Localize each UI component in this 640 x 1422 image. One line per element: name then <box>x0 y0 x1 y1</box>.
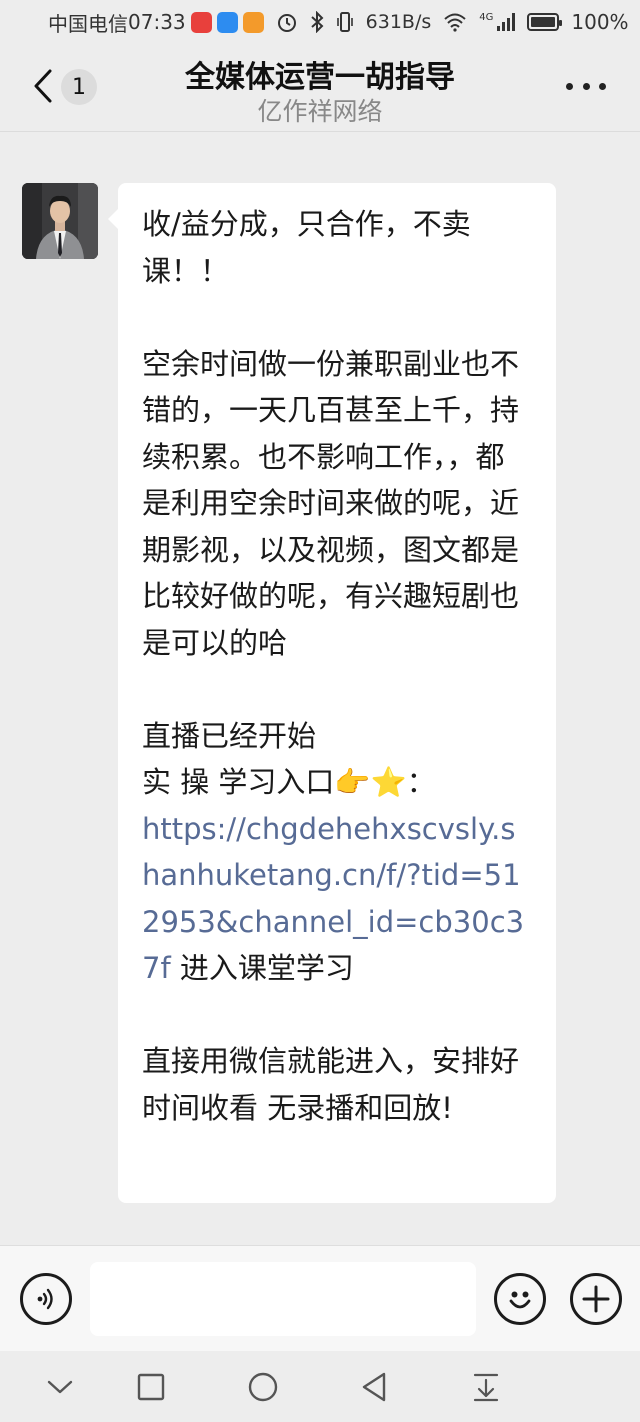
recents-button[interactable] <box>127 1363 175 1411</box>
network-type: 4G <box>479 12 494 23</box>
message-bubble[interactable]: 收/益分成，只合作，不卖课！！ 空余时间做一份兼职副业也不错的，一天几百甚至上千… <box>108 183 556 1203</box>
chevron-down-icon <box>47 1380 73 1394</box>
chat-area[interactable]: 收/益分成，只合作，不卖课！！ 空余时间做一份兼职副业也不错的，一天几百甚至上千… <box>0 133 640 1245</box>
home-button[interactable] <box>239 1363 287 1411</box>
pull-down-icon <box>473 1373 499 1402</box>
smiley-icon <box>509 1291 531 1309</box>
plus-icon <box>582 1285 610 1313</box>
clock: 07:33 <box>128 10 186 34</box>
chat-title: 全媒体运营一胡指导 <box>185 60 455 95</box>
message-paragraph: 收/益分成，只合作，不卖课！！ <box>142 207 471 288</box>
triangle-back-icon <box>362 1372 386 1402</box>
voice-icon <box>37 1288 53 1310</box>
voice-input-button[interactable] <box>20 1273 72 1325</box>
more-options-button[interactable] <box>566 78 606 94</box>
avatar-photo-icon <box>22 183 98 259</box>
system-navigation-bar <box>0 1351 640 1422</box>
message-paragraph: 直接用微信就能进入，安排好时间收看 无录播和回放! <box>142 1044 520 1125</box>
huawei-store-icon <box>190 11 212 33</box>
message-paragraph: 实 操 学习入口👉⭐： <box>142 765 436 799</box>
notification-shade-button[interactable] <box>462 1363 510 1411</box>
battery-level: 100% <box>571 10 629 34</box>
link-suffix: 进入课堂学习 <box>170 951 354 985</box>
more-functions-button[interactable] <box>570 1273 622 1325</box>
vibrate-icon <box>336 12 353 32</box>
square-icon <box>137 1373 165 1401</box>
more-dot <box>599 82 606 90</box>
back-nav-button[interactable] <box>350 1363 398 1411</box>
message-input[interactable] <box>90 1262 476 1336</box>
message-paragraph: 直播已经开始 <box>142 718 317 753</box>
link-paragraph: https://chgdehehxscvsly.shanhuketang.cn/… <box>142 806 530 992</box>
status-bar-left: 中国电信 07:33 <box>48 8 264 37</box>
app-notification-icon <box>242 11 264 33</box>
more-dot <box>582 82 590 90</box>
bluetooth-icon <box>310 11 324 33</box>
chat-header: 1 全媒体运营一胡指导 亿作祥网络 <box>0 44 640 132</box>
battery-icon <box>527 13 563 31</box>
net-speed: 631B/s <box>365 11 432 33</box>
hide-nav-button[interactable] <box>36 1363 84 1411</box>
carrier-label: 中国电信 <box>48 11 128 36</box>
avatar[interactable] <box>22 183 98 259</box>
signal-icon: 4G <box>479 12 516 31</box>
chat-subtitle: 亿作祥网络 <box>257 97 383 126</box>
status-bar-right: 631B/s 4G 100% <box>264 10 629 34</box>
circle-icon <box>248 1372 278 1402</box>
wifi-icon <box>444 13 466 32</box>
weather-icon <box>216 11 238 33</box>
status-bar: 中国电信 07:33 631B/s 4G 100% <box>0 0 640 44</box>
more-dot <box>566 82 573 90</box>
input-bar <box>0 1245 640 1351</box>
alarm-icon <box>277 14 296 32</box>
message-paragraph: 空余时间做一份兼职副业也不错的，一天几百甚至上千，持续积累。也不影响工作，，都是… <box>142 346 520 660</box>
message-text: 收/益分成，只合作，不卖课！！ 空余时间做一份兼职副业也不错的，一天几百甚至上千… <box>142 201 530 1131</box>
emoji-button[interactable] <box>494 1273 546 1325</box>
